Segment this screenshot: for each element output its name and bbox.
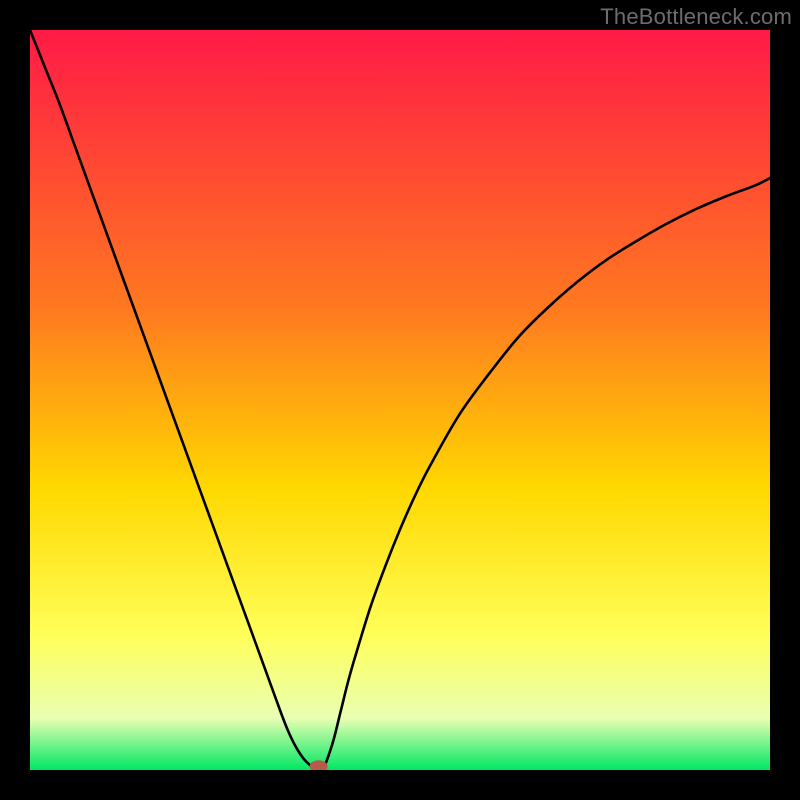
- chart-svg: [30, 30, 770, 770]
- watermark-text: TheBottleneck.com: [600, 4, 792, 30]
- plot-area: [30, 30, 770, 770]
- chart-frame: TheBottleneck.com: [0, 0, 800, 800]
- gradient-background: [30, 30, 770, 770]
